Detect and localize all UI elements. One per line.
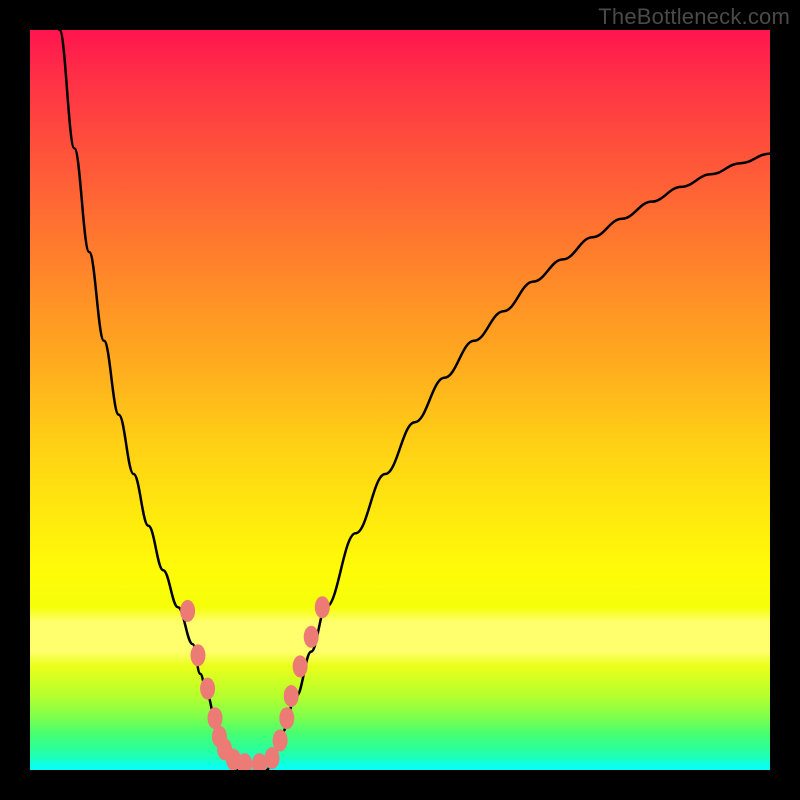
marker-dot — [279, 707, 294, 729]
series-left-branch — [60, 30, 238, 770]
watermark-text: TheBottleneck.com — [598, 4, 790, 30]
marker-dot — [252, 753, 267, 770]
curve-lines — [60, 30, 770, 770]
plot-area — [30, 30, 770, 770]
marker-dot — [315, 596, 330, 618]
marker-dot — [273, 729, 288, 751]
marker-dot — [200, 678, 215, 700]
marker-dot — [304, 626, 319, 648]
curve-layer — [30, 30, 770, 770]
marker-dot — [180, 600, 195, 622]
curve-markers — [180, 596, 330, 770]
chart-frame: TheBottleneck.com — [0, 0, 800, 800]
marker-dot — [190, 644, 205, 666]
series-right-branch — [267, 154, 770, 770]
marker-dot — [293, 655, 308, 677]
marker-dot — [284, 685, 299, 707]
